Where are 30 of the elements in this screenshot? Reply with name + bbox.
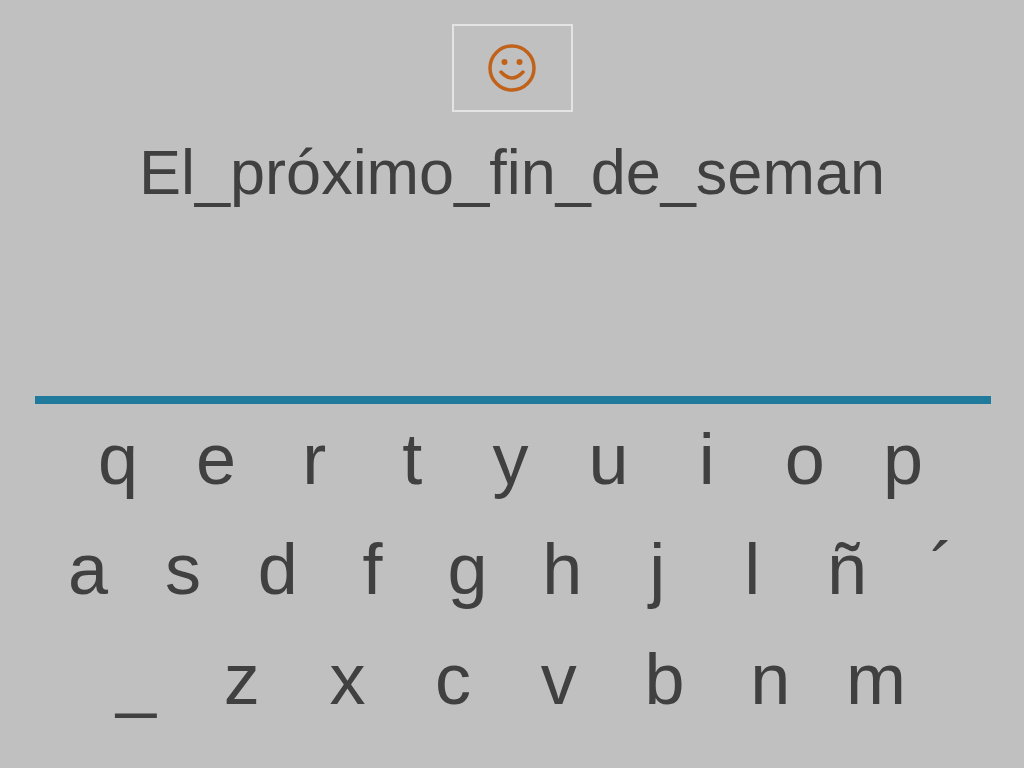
letter-key[interactable]: z bbox=[201, 634, 282, 724]
letter-key[interactable]: m bbox=[835, 634, 916, 724]
letter-key[interactable]: a bbox=[48, 524, 128, 614]
letter-key[interactable]: b bbox=[624, 634, 705, 724]
letter-key[interactable]: v bbox=[518, 634, 599, 724]
letter-key[interactable]: ñ bbox=[807, 524, 887, 614]
letter-key[interactable]: s bbox=[142, 524, 223, 614]
letter-key[interactable]: o bbox=[764, 414, 845, 504]
letter-key[interactable]: r bbox=[274, 414, 355, 504]
letter-key[interactable]: j bbox=[617, 524, 698, 614]
letter-key[interactable]: u bbox=[568, 414, 649, 504]
letter-key[interactable]: x bbox=[307, 634, 388, 724]
letter-key[interactable]: l bbox=[712, 524, 793, 614]
smiley-button[interactable] bbox=[451, 24, 573, 112]
letter-key[interactable]: n bbox=[730, 634, 811, 724]
letter-key[interactable]: ´ bbox=[901, 524, 982, 614]
letter-key[interactable]: f bbox=[332, 524, 413, 614]
letter-key[interactable]: y bbox=[470, 414, 551, 504]
letter-key[interactable]: e bbox=[176, 414, 257, 504]
sentence-text: El_próximo_fin_de_seman bbox=[139, 136, 885, 209]
letter-key[interactable]: p bbox=[863, 414, 943, 504]
letter-key[interactable]: _ bbox=[96, 634, 176, 724]
letter-key[interactable]: t bbox=[372, 414, 453, 504]
letter-key[interactable]: g bbox=[427, 524, 508, 614]
letter-key[interactable]: d bbox=[237, 524, 318, 614]
letter-key[interactable]: i bbox=[666, 414, 747, 504]
letter-key[interactable]: h bbox=[522, 524, 603, 614]
smiley-icon bbox=[487, 43, 537, 93]
letter-key[interactable]: q bbox=[78, 414, 158, 504]
letter-key[interactable]: c bbox=[413, 634, 494, 724]
